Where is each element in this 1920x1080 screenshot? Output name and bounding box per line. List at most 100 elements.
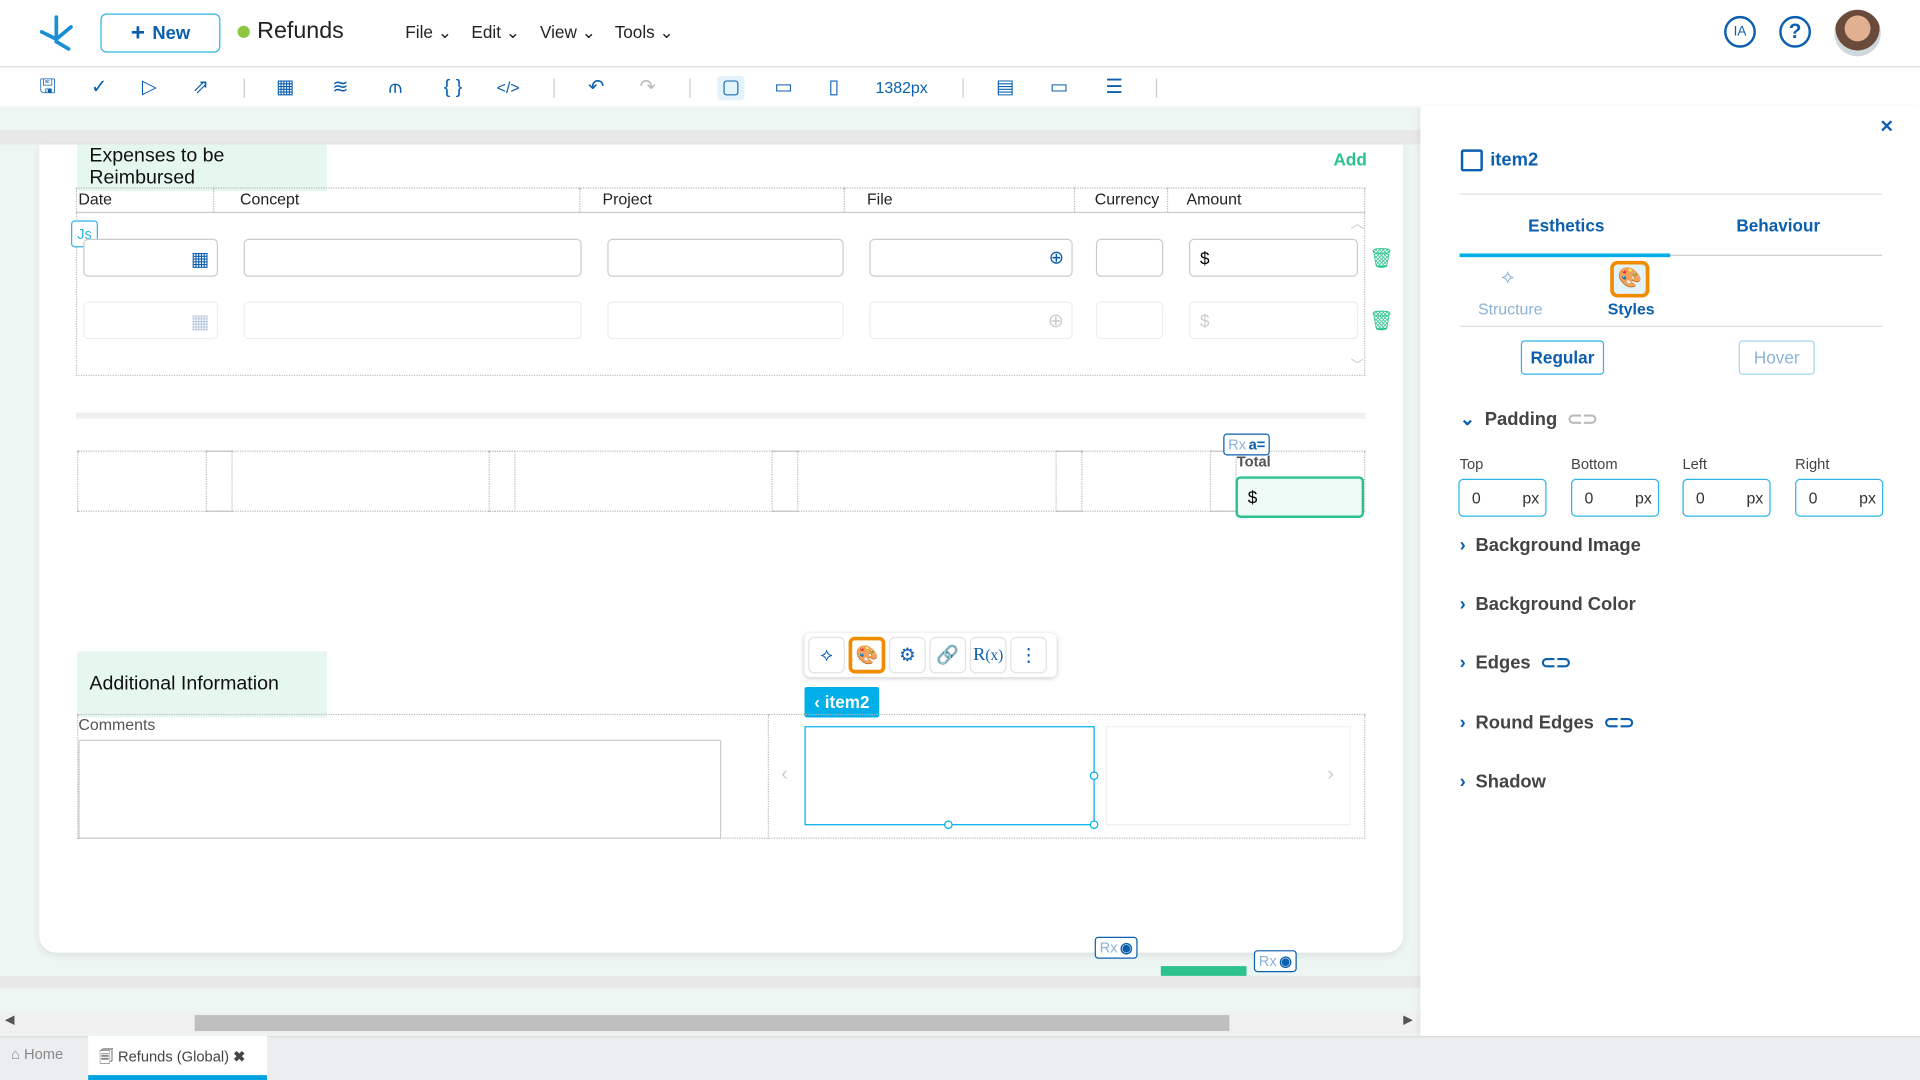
padding-right-label: Right	[1795, 455, 1830, 473]
project-input[interactable]	[607, 238, 844, 277]
rx-expression-tag[interactable]: Rx a=	[1223, 433, 1271, 456]
padding-bottom-input[interactable]: 0 px	[1571, 478, 1660, 517]
play-icon[interactable]: ▷	[136, 76, 163, 100]
desktop-icon[interactable]: ▢	[717, 75, 745, 101]
braces-icon[interactable]: { }	[440, 76, 467, 100]
edges-section[interactable]: › Edges ⊂⊃	[1460, 651, 1572, 673]
undo-icon[interactable]: ↶	[583, 76, 610, 100]
menu-edit[interactable]: Edit ⌄	[471, 22, 520, 43]
tab-behaviour[interactable]: Behaviour	[1736, 216, 1820, 236]
calendar-icon[interactable]: ▦	[191, 310, 210, 334]
upload-icon[interactable]: ⊕	[1049, 246, 1064, 268]
shadow-section[interactable]: › Shadow	[1460, 771, 1546, 792]
resize-handle[interactable]	[1089, 820, 1099, 829]
layers-icon[interactable]: ≋	[327, 76, 354, 100]
eye-icon: ◉	[1120, 939, 1133, 957]
tab-refunds-global[interactable]: 🗐 Refunds (Global) ✖	[88, 1035, 267, 1080]
tab-home[interactable]: ⌂ Home	[11, 1046, 63, 1063]
scrollbar-thumb[interactable]	[194, 1015, 1230, 1032]
more-icon[interactable]: ⋮	[1010, 636, 1047, 674]
carousel-item[interactable]	[1105, 726, 1351, 826]
menu-file[interactable]: File ⌄	[405, 22, 452, 43]
link-icon[interactable]: 🔗	[929, 636, 967, 674]
redo-icon[interactable]: ↷	[634, 76, 661, 100]
mobile-icon[interactable]: ▯	[820, 76, 847, 100]
tablet-icon[interactable]: ▭	[770, 76, 797, 100]
rx-visibility-tag[interactable]: Rx ◉	[1253, 950, 1297, 973]
padding-section[interactable]: ⌄ Padding ⊂⊃	[1460, 408, 1598, 430]
structure-icon[interactable]: ⟡	[808, 636, 845, 674]
file-input[interactable]: ⊕	[869, 301, 1073, 340]
align-icon[interactable]: ☰	[1101, 76, 1128, 100]
chevron-right-icon: ›	[1459, 535, 1466, 556]
user-avatar[interactable]	[1834, 9, 1881, 57]
total-label: Total	[1236, 453, 1271, 471]
palette-icon[interactable]: 🎨	[1610, 260, 1650, 298]
layout-icon[interactable]: ▤	[992, 76, 1019, 100]
currency-input[interactable]	[1095, 301, 1164, 340]
selected-item2[interactable]	[804, 726, 1095, 826]
formula-icon: a=	[1248, 435, 1266, 454]
code-icon[interactable]: </>	[495, 76, 522, 100]
structure-icon[interactable]: ⟡	[1501, 267, 1514, 289]
calendar-icon[interactable]: ▦	[191, 247, 210, 271]
regular-state-button[interactable]: Regular	[1520, 340, 1605, 375]
padding-top-input[interactable]: 0 px	[1458, 478, 1547, 517]
hover-state-button[interactable]: Hover	[1738, 340, 1815, 375]
save-icon[interactable]: 🖫	[34, 76, 61, 100]
window-icon[interactable]: ▭	[1046, 76, 1073, 100]
concept-input[interactable]	[243, 238, 582, 277]
rx-function-icon[interactable]: R (x)	[969, 636, 1007, 674]
upload-icon[interactable]: ⊕	[1048, 309, 1064, 333]
trash-icon[interactable]: 🗑	[1369, 309, 1394, 333]
column-header: File	[864, 187, 1076, 212]
background-image-section[interactable]: › Background Image	[1460, 535, 1641, 556]
status-dot	[237, 25, 250, 38]
currency-input[interactable]	[1095, 238, 1164, 277]
carousel-prev-icon[interactable]: ‹	[781, 764, 788, 786]
flow-icon[interactable]: ⫙	[382, 76, 409, 100]
close-icon[interactable]: ✕	[1880, 116, 1894, 137]
background-color-section[interactable]: › Background Color	[1460, 594, 1636, 615]
menu-view[interactable]: View ⌄	[540, 22, 596, 43]
item-name: item2	[1490, 149, 1539, 171]
amount-input[interactable]: $	[1188, 238, 1358, 277]
check-icon[interactable]: ✓	[86, 76, 113, 100]
export-icon[interactable]: ⇗	[187, 76, 214, 100]
add-link[interactable]: Add	[1333, 149, 1366, 169]
trash-icon[interactable]: 🗑	[1369, 246, 1394, 270]
padding-right-input[interactable]: 0 px	[1795, 478, 1884, 517]
total-input[interactable]: $	[1235, 476, 1365, 518]
link-icon: ⊂⊃	[1567, 408, 1598, 430]
additional-section-title: Additional Information	[77, 651, 327, 718]
rx-visibility-tag[interactable]: Rx ◉	[1094, 936, 1138, 959]
date-input[interactable]: ▦	[83, 301, 218, 340]
file-input[interactable]: ⊕	[869, 238, 1073, 277]
scroll-down-icon[interactable]: ﹀	[1351, 355, 1364, 375]
ia-button[interactable]: IA	[1724, 15, 1756, 48]
horizontal-scrollbar[interactable]: ◀ ▶	[0, 1012, 1421, 1034]
project-input[interactable]	[607, 301, 844, 340]
help-icon[interactable]: ?	[1779, 15, 1812, 48]
date-input[interactable]: ▦	[83, 238, 218, 277]
amount-input[interactable]: $	[1188, 301, 1358, 340]
resize-handle[interactable]	[944, 820, 953, 829]
close-tab-icon[interactable]: ✖	[233, 1048, 245, 1065]
app-logo-icon[interactable]	[37, 12, 76, 54]
subtab-structure[interactable]: Structure	[1478, 300, 1543, 318]
chevron-right-icon: ›	[1459, 593, 1466, 615]
new-button[interactable]: + New	[100, 13, 221, 53]
menu-tools[interactable]: Tools ⌄	[615, 22, 674, 43]
scroll-up-icon[interactable]: ︿	[1351, 213, 1364, 233]
palette-icon[interactable]: 🎨	[848, 636, 886, 674]
tab-esthetics[interactable]: Esthetics	[1528, 216, 1604, 236]
comments-textarea[interactable]	[78, 739, 722, 839]
concept-input[interactable]	[243, 301, 582, 340]
subtab-styles[interactable]: Styles	[1608, 300, 1655, 318]
settings-icon[interactable]: ⚙	[888, 636, 926, 674]
link-icon: ⊂⊃	[1603, 712, 1635, 734]
round-edges-section[interactable]: › Round Edges ⊂⊃	[1460, 711, 1635, 733]
resize-handle[interactable]	[1089, 771, 1099, 781]
components-icon[interactable]: ▦	[272, 76, 299, 100]
padding-left-input[interactable]: 0 px	[1682, 478, 1771, 517]
